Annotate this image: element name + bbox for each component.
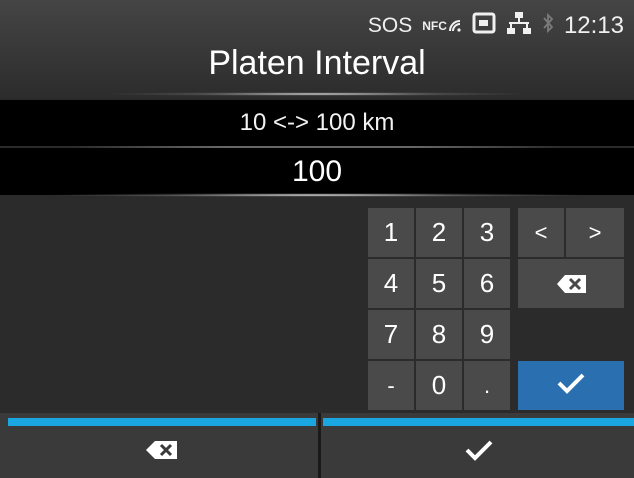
keypad-area: 1 2 3 < > 4 5 6 7 8 9 - 0 .: [0, 198, 634, 413]
clock: 12:13: [563, 12, 624, 39]
key-8[interactable]: 8: [416, 310, 462, 359]
value-field[interactable]: 100: [0, 148, 634, 195]
footer-divider: [318, 413, 321, 478]
footer-backspace-button[interactable]: [8, 413, 316, 478]
nfc-label: NFC: [422, 19, 447, 33]
bluetooth-icon: [542, 12, 554, 40]
cursor-right-button[interactable]: >: [566, 208, 624, 257]
backspace-icon: [556, 274, 586, 294]
title-underline: [100, 92, 534, 96]
key-4[interactable]: 4: [368, 259, 414, 308]
footer-accent-bar: [8, 418, 316, 426]
key-dot[interactable]: .: [464, 361, 510, 410]
network-icon: [506, 11, 532, 41]
backspace-button[interactable]: [518, 259, 624, 308]
key-0[interactable]: 0: [416, 361, 462, 410]
check-icon: [556, 370, 586, 401]
page-title: Platen Interval: [208, 44, 426, 82]
range-label: 10 <-> 100 km: [239, 109, 395, 136]
footer-accent-bar: [323, 418, 634, 426]
key-3[interactable]: 3: [464, 208, 510, 257]
nfc-icon: NFC: [422, 19, 462, 33]
sos-indicator: SOS: [367, 14, 413, 37]
key-9[interactable]: 9: [464, 310, 510, 359]
backspace-icon: [145, 440, 179, 465]
header: SOS NFC 12:13 Platen Interval: [0, 0, 634, 98]
printer-screen: SOS NFC 12:13 Platen Interval 10 <-> 100…: [0, 0, 634, 478]
key-2[interactable]: 2: [416, 208, 462, 257]
value-display: 100: [291, 155, 343, 188]
key-5[interactable]: 5: [416, 259, 462, 308]
key-minus[interactable]: -: [368, 361, 414, 410]
footer: [0, 413, 634, 478]
key-6[interactable]: 6: [464, 259, 510, 308]
status-bar: SOS NFC 12:13: [368, 6, 624, 46]
key-1[interactable]: 1: [368, 208, 414, 257]
footer-confirm-button[interactable]: [323, 413, 634, 478]
keypad-ok-button[interactable]: [518, 361, 624, 410]
check-icon: [464, 439, 494, 466]
card-icon: [472, 12, 496, 40]
range-band: 10 <-> 100 km: [0, 100, 634, 146]
key-7[interactable]: 7: [368, 310, 414, 359]
value-underline: [40, 193, 594, 197]
cursor-left-button[interactable]: <: [518, 208, 564, 257]
